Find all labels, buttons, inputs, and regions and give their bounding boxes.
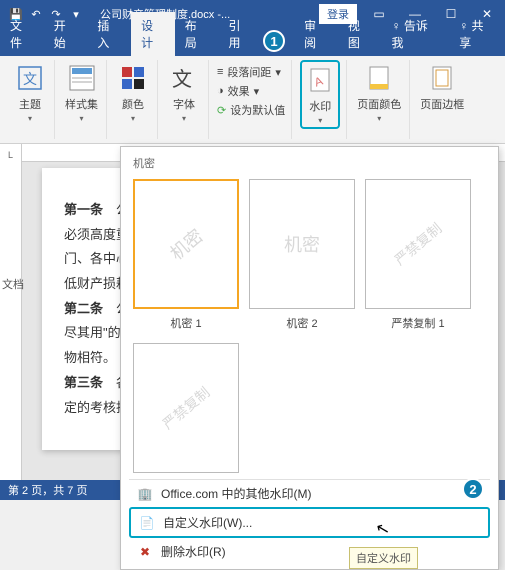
- tab-design[interactable]: 设计: [131, 12, 175, 56]
- group-pageborder: 页面边框: [412, 60, 472, 139]
- tab-layout[interactable]: 布局: [175, 12, 219, 56]
- ribbon: 文 主题▾ 样式集▾ 颜色▾ 文 字体▾ ≡段落间距 ▾ ◑效果 ▾ ⟳设为默认…: [0, 56, 505, 144]
- tooltip: 自定义水印: [349, 547, 418, 569]
- spacing-icon: ≡: [217, 66, 223, 78]
- effects-button[interactable]: ◑效果 ▾: [217, 83, 285, 99]
- group-colors: 颜色▾: [109, 60, 158, 139]
- doc-format-label: 文档: [0, 274, 26, 294]
- fonts-icon: 文: [168, 62, 200, 94]
- group-fonts: 文 字体▾: [160, 60, 209, 139]
- watermark-grid: 机密 机密 1 机密 机密 2 严禁复制 严禁复制 1: [129, 173, 490, 337]
- watermark-gallery: 机密 机密 机密 1 机密 机密 2 严禁复制 严禁复制 1 严禁复制 🏢 Of…: [120, 146, 499, 570]
- themes-icon: 文: [14, 62, 46, 94]
- ribbon-tabs: 文件 开始 插入 设计 布局 引用 邮 审阅 视图 ♀ 告诉我 ♀ 共享: [0, 28, 505, 56]
- office-icon: 🏢: [137, 487, 153, 501]
- pageborder-button[interactable]: 页面边框: [418, 60, 466, 114]
- tab-references[interactable]: 引用: [218, 12, 262, 56]
- watermark-button[interactable]: A 水印▾: [300, 60, 340, 129]
- custom-watermark[interactable]: 📄 自定义水印(W)...: [129, 507, 490, 538]
- watermark-option-4[interactable]: 严禁复制: [133, 343, 239, 473]
- colors-button[interactable]: 颜色▾: [115, 60, 151, 125]
- watermark-icon: A: [304, 64, 336, 96]
- tab-insert[interactable]: 插入: [87, 12, 131, 56]
- document-area: L 文档 第一条 公 必须高度重 门、各中心 低财产损耗 第二条 公 尽其用"的…: [0, 144, 505, 480]
- group-formatting-opts: ≡段落间距 ▾ ◑效果 ▾ ⟳设为默认值: [211, 60, 292, 139]
- tab-home[interactable]: 开始: [44, 12, 88, 56]
- tab-review[interactable]: 审阅: [294, 12, 338, 56]
- tab-file[interactable]: 文件: [0, 12, 44, 56]
- default-icon: ⟳: [217, 104, 226, 117]
- paragraph-spacing-button[interactable]: ≡段落间距 ▾: [217, 64, 285, 80]
- watermark-option-2[interactable]: 机密 机密 2: [249, 179, 355, 331]
- group-styleset: 样式集▾: [57, 60, 107, 139]
- svg-text:文: 文: [172, 68, 192, 91]
- page-indicator[interactable]: 第 2 页，共 7 页: [8, 482, 87, 498]
- custom-watermark-icon: 📄: [139, 516, 155, 530]
- watermark-option-1[interactable]: 机密 机密 1: [133, 179, 239, 331]
- group-watermark: A 水印▾: [294, 60, 347, 139]
- watermark-category-label: 机密: [129, 153, 490, 173]
- effects-icon: ◑: [217, 85, 224, 97]
- callout-2: 2: [462, 478, 484, 500]
- tab-view[interactable]: 视图: [338, 12, 382, 56]
- styleset-button[interactable]: 样式集▾: [63, 60, 100, 125]
- watermark-option-3[interactable]: 严禁复制 严禁复制 1: [365, 179, 471, 331]
- office-more-watermarks[interactable]: 🏢 Office.com 中的其他水印(M) 2: [129, 480, 490, 507]
- set-default-button[interactable]: ⟳设为默认值: [217, 102, 285, 118]
- tab-tellme[interactable]: ♀ 告诉我: [382, 12, 450, 56]
- pagecolor-button[interactable]: 页面颜色▾: [355, 60, 403, 125]
- callout-1: 1: [263, 30, 285, 52]
- group-pagecolor: 页面颜色▾: [349, 60, 410, 139]
- share-button[interactable]: ♀ 共享: [449, 12, 505, 56]
- pageborder-icon: [426, 62, 458, 94]
- svg-text:文: 文: [23, 71, 37, 87]
- colors-icon: [117, 62, 149, 94]
- watermark-menu: 🏢 Office.com 中的其他水印(M) 2 📄 自定义水印(W)... ✖…: [129, 479, 490, 565]
- remove-watermark[interactable]: ✖ 删除水印(R) 自定义水印: [129, 538, 490, 565]
- group-themes: 文 主题▾: [6, 60, 55, 139]
- pagecolor-icon: [363, 62, 395, 94]
- vertical-ruler: L: [0, 144, 22, 480]
- fonts-button[interactable]: 文 字体▾: [166, 60, 202, 125]
- styleset-icon: [66, 62, 98, 94]
- remove-icon: ✖: [137, 545, 153, 559]
- themes-button[interactable]: 文 主题▾: [12, 60, 48, 125]
